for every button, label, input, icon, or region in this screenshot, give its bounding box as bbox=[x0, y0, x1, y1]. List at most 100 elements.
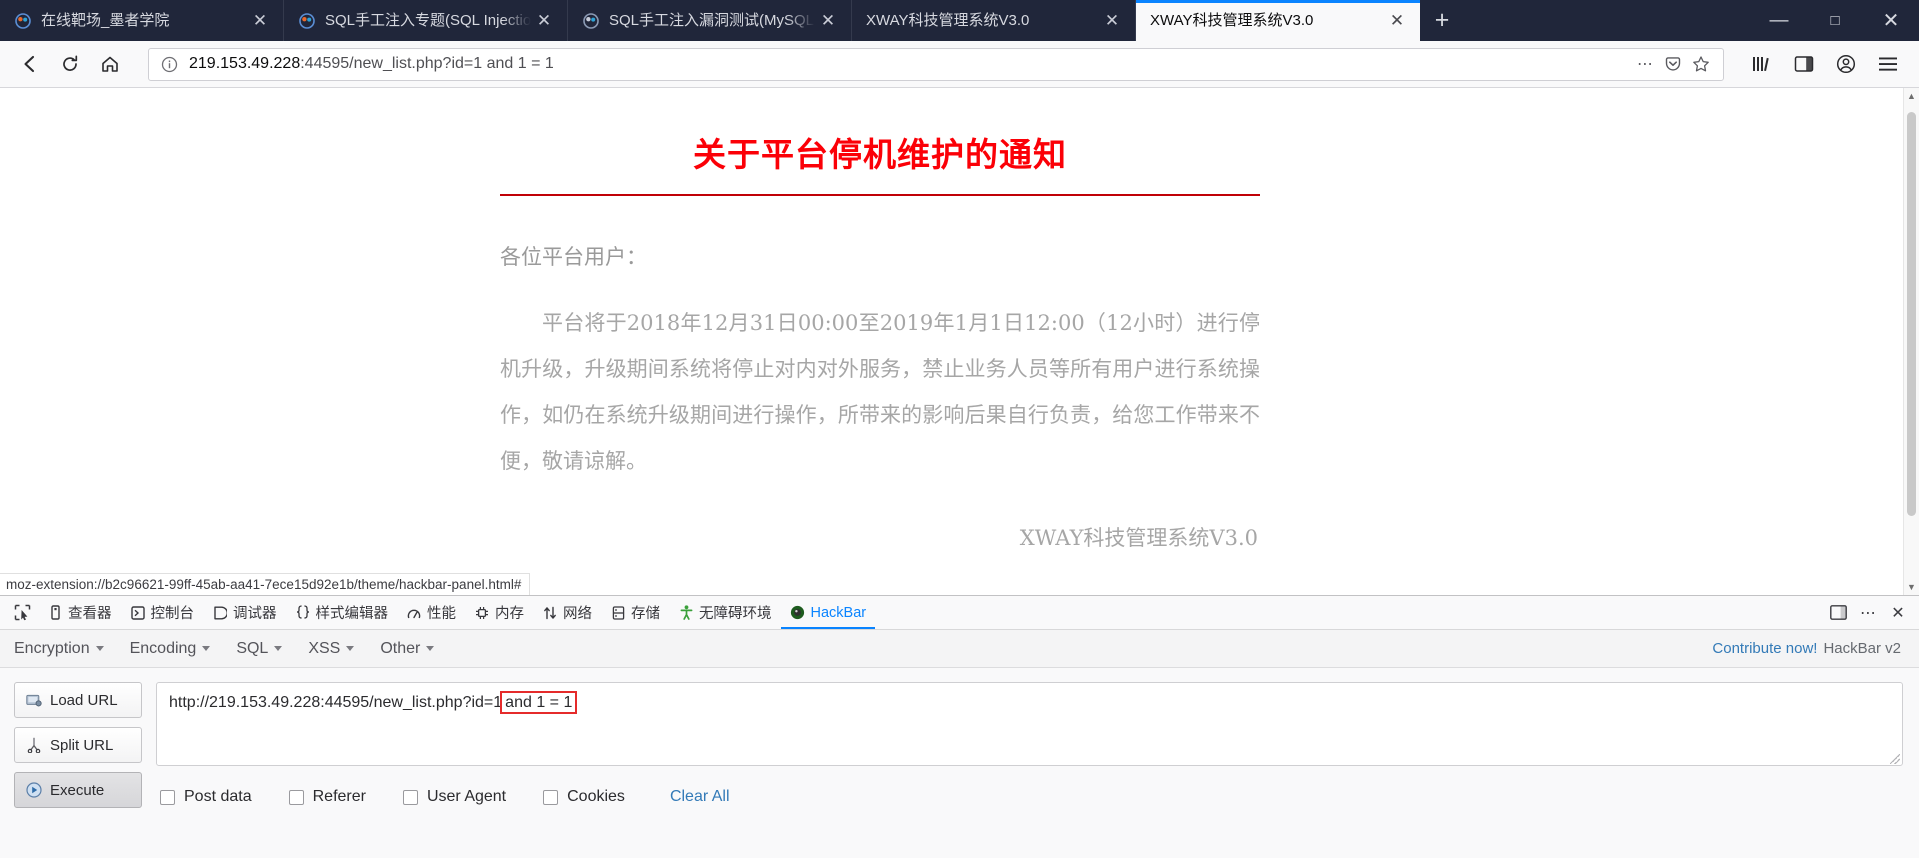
firefox-favicon-icon bbox=[14, 12, 32, 30]
clear-all-link[interactable]: Clear All bbox=[670, 788, 730, 806]
window-minimize-icon[interactable]: — bbox=[1751, 0, 1807, 41]
browser-tab-3[interactable]: XWAY科技管理系统V3.0 ✕ bbox=[852, 0, 1136, 41]
checkbox-box[interactable] bbox=[288, 789, 304, 805]
hackbar-options-row: Post data Referer User Agent Cookies Cle… bbox=[156, 788, 1903, 806]
chevron-down-icon bbox=[202, 646, 211, 651]
hackbar-version-label: HackBar v2 bbox=[1823, 640, 1901, 657]
tab-close-icon[interactable]: ✕ bbox=[247, 8, 273, 34]
toolbar-right-icons bbox=[1741, 46, 1909, 82]
new-tab-button[interactable]: + bbox=[1420, 0, 1464, 41]
execute-button[interactable]: Execute bbox=[14, 772, 142, 808]
textarea-resize-handle[interactable] bbox=[1890, 754, 1900, 764]
hackbar-url-highlighted-payload: and 1 = 1 bbox=[500, 691, 578, 714]
devtools-tab-style-editor[interactable]: 样式编辑器 bbox=[286, 596, 398, 629]
devtools-tab-storage[interactable]: 存储 bbox=[601, 596, 669, 629]
hackbar-menu-sql[interactable]: SQL bbox=[236, 639, 283, 658]
hamburger-menu-icon[interactable] bbox=[1867, 46, 1909, 82]
tab-close-icon[interactable]: ✕ bbox=[1099, 8, 1125, 34]
hackbar-url-textarea[interactable]: http://219.153.49.228:44595/new_list.php… bbox=[156, 682, 1903, 766]
checkbox-box[interactable] bbox=[402, 789, 418, 805]
browser-tab-1[interactable]: SQL手工注入专题(SQL Injection ✕ bbox=[284, 0, 568, 41]
library-icon[interactable] bbox=[1741, 46, 1783, 82]
page-actions-ellipsis-icon[interactable]: ⋯ bbox=[1631, 51, 1659, 77]
url-text[interactable]: 219.153.49.228:44595/new_list.php?id=1 a… bbox=[189, 54, 1631, 74]
notice-signature: XWAY科技管理系统V3.0 bbox=[1019, 526, 1258, 550]
checkbox-user-agent[interactable]: User Agent bbox=[402, 788, 506, 806]
devtools-tab-accessibility[interactable]: 无障碍环境 bbox=[669, 596, 781, 629]
hackbar-menu-other[interactable]: Other bbox=[380, 639, 435, 658]
tab-close-icon[interactable]: ✕ bbox=[815, 8, 841, 34]
tab-close-icon[interactable]: ✕ bbox=[1384, 8, 1410, 34]
devtools-tab-inspector[interactable]: 查看器 bbox=[38, 596, 121, 629]
checkbox-label: Cookies bbox=[567, 788, 625, 805]
hackbar-action-buttons: Load URL Split URL Execute bbox=[14, 682, 142, 858]
split-url-button[interactable]: Split URL bbox=[14, 727, 142, 763]
window-close-icon[interactable]: ✕ bbox=[1863, 0, 1919, 41]
hackbar-menu-encoding[interactable]: Encoding bbox=[130, 640, 211, 658]
element-picker-icon[interactable] bbox=[6, 599, 38, 627]
devtools-tab-memory[interactable]: 内存 bbox=[465, 596, 533, 629]
browser-tab-2[interactable]: SQL手工注入漏洞测试(MySQL ✕ bbox=[568, 0, 852, 41]
debugger-icon bbox=[212, 605, 228, 621]
hackbar-menu-xss[interactable]: XSS bbox=[308, 640, 355, 658]
window-maximize-icon[interactable]: □ bbox=[1807, 0, 1863, 41]
contribute-link[interactable]: Contribute now! bbox=[1712, 640, 1817, 657]
devtools-tab-performance[interactable]: 性能 bbox=[397, 596, 465, 629]
accessibility-icon bbox=[678, 605, 694, 621]
browser-tab-title: SQL手工注入专题(SQL Injection bbox=[325, 11, 531, 29]
back-arrow-icon[interactable] bbox=[10, 46, 50, 82]
devtools-close-icon[interactable]: ✕ bbox=[1883, 599, 1913, 627]
memory-icon bbox=[474, 605, 490, 621]
scroll-down-arrow-icon[interactable]: ▼ bbox=[1907, 579, 1916, 595]
hackbar-menu-bar: Encryption Encoding SQL XSS Other Contri… bbox=[0, 630, 1919, 668]
checkbox-post-data[interactable]: Post data bbox=[160, 788, 252, 806]
tab-close-icon[interactable]: ✕ bbox=[531, 8, 557, 34]
chevron-down-icon bbox=[274, 646, 283, 651]
hackbar-body: Load URL Split URL Execute http://219.15… bbox=[0, 668, 1919, 858]
load-url-button[interactable]: Load URL bbox=[14, 682, 142, 718]
browser-tab-0[interactable]: 在线靶场_墨者学院 ✕ bbox=[0, 0, 284, 41]
page-scrollbar[interactable]: ▲ ▼ bbox=[1903, 88, 1919, 595]
developer-tools-panel: 查看器 控制台 调试器 样式编辑器 性能 内存 网络 存储 无障碍环境 Hack… bbox=[0, 595, 1919, 858]
url-bar[interactable]: 219.153.49.228:44595/new_list.php?id=1 a… bbox=[148, 47, 1724, 81]
home-icon[interactable] bbox=[90, 46, 130, 82]
hackbar-menu-label: Other bbox=[380, 639, 421, 657]
web-page-content: 关于平台停机维护的通知 各位平台用户： 平台将于2018年12月31日00:00… bbox=[0, 88, 1919, 595]
devtools-tab-network[interactable]: 网络 bbox=[533, 596, 601, 629]
devtools-tab-label: 调试器 bbox=[233, 606, 277, 622]
hackbar-button-label: Execute bbox=[50, 781, 105, 799]
notice-body: 平台将于2018年12月31日00:00至2019年1月1日12:00（12小时… bbox=[500, 311, 1260, 473]
notice-salutation: 各位平台用户： bbox=[500, 245, 647, 269]
sidebar-icon[interactable] bbox=[1783, 46, 1825, 82]
hackbar-menu-label: SQL bbox=[236, 639, 269, 657]
devtools-tab-console[interactable]: 控制台 bbox=[121, 596, 204, 629]
devtools-more-ellipsis-icon[interactable]: ⋯ bbox=[1853, 599, 1883, 627]
checkbox-box[interactable] bbox=[543, 789, 559, 805]
storage-icon bbox=[610, 605, 626, 621]
devtools-tab-debugger[interactable]: 调试器 bbox=[203, 596, 286, 629]
pocket-icon[interactable] bbox=[1659, 51, 1687, 77]
devtools-tab-hackbar[interactable]: HackBar bbox=[781, 596, 876, 629]
reload-icon[interactable] bbox=[50, 46, 90, 82]
browser-tab-strip: 在线靶场_墨者学院 ✕ SQL手工注入专题(SQL Injection ✕ SQ… bbox=[0, 0, 1919, 41]
chevron-down-icon bbox=[426, 646, 435, 651]
checkbox-cookies[interactable]: Cookies bbox=[543, 788, 625, 806]
browser-tab-title: XWAY科技管理系统V3.0 bbox=[866, 11, 1030, 29]
devtools-tab-label: 控制台 bbox=[150, 606, 195, 622]
load-url-icon bbox=[25, 691, 43, 709]
scrollbar-thumb[interactable] bbox=[1907, 112, 1916, 516]
checkbox-box[interactable] bbox=[160, 789, 175, 805]
info-circle-icon[interactable] bbox=[159, 54, 179, 74]
hackbar-menu-encryption[interactable]: Encryption bbox=[14, 640, 104, 658]
console-icon bbox=[130, 605, 146, 621]
devtools-tab-label: 样式编辑器 bbox=[315, 606, 389, 622]
checkbox-referer[interactable]: Referer bbox=[288, 788, 366, 806]
network-icon bbox=[542, 605, 558, 621]
browser-tab-4-active[interactable]: XWAY科技管理系统V3.0 ✕ bbox=[1136, 0, 1420, 41]
hackbar-menu-label: Encryption bbox=[14, 639, 90, 657]
dock-split-icon[interactable] bbox=[1823, 599, 1853, 627]
bookmark-star-icon[interactable] bbox=[1687, 51, 1715, 77]
hackbar-button-label: Split URL bbox=[50, 736, 114, 754]
account-icon[interactable] bbox=[1825, 46, 1867, 82]
scroll-up-arrow-icon[interactable]: ▲ bbox=[1907, 88, 1916, 104]
